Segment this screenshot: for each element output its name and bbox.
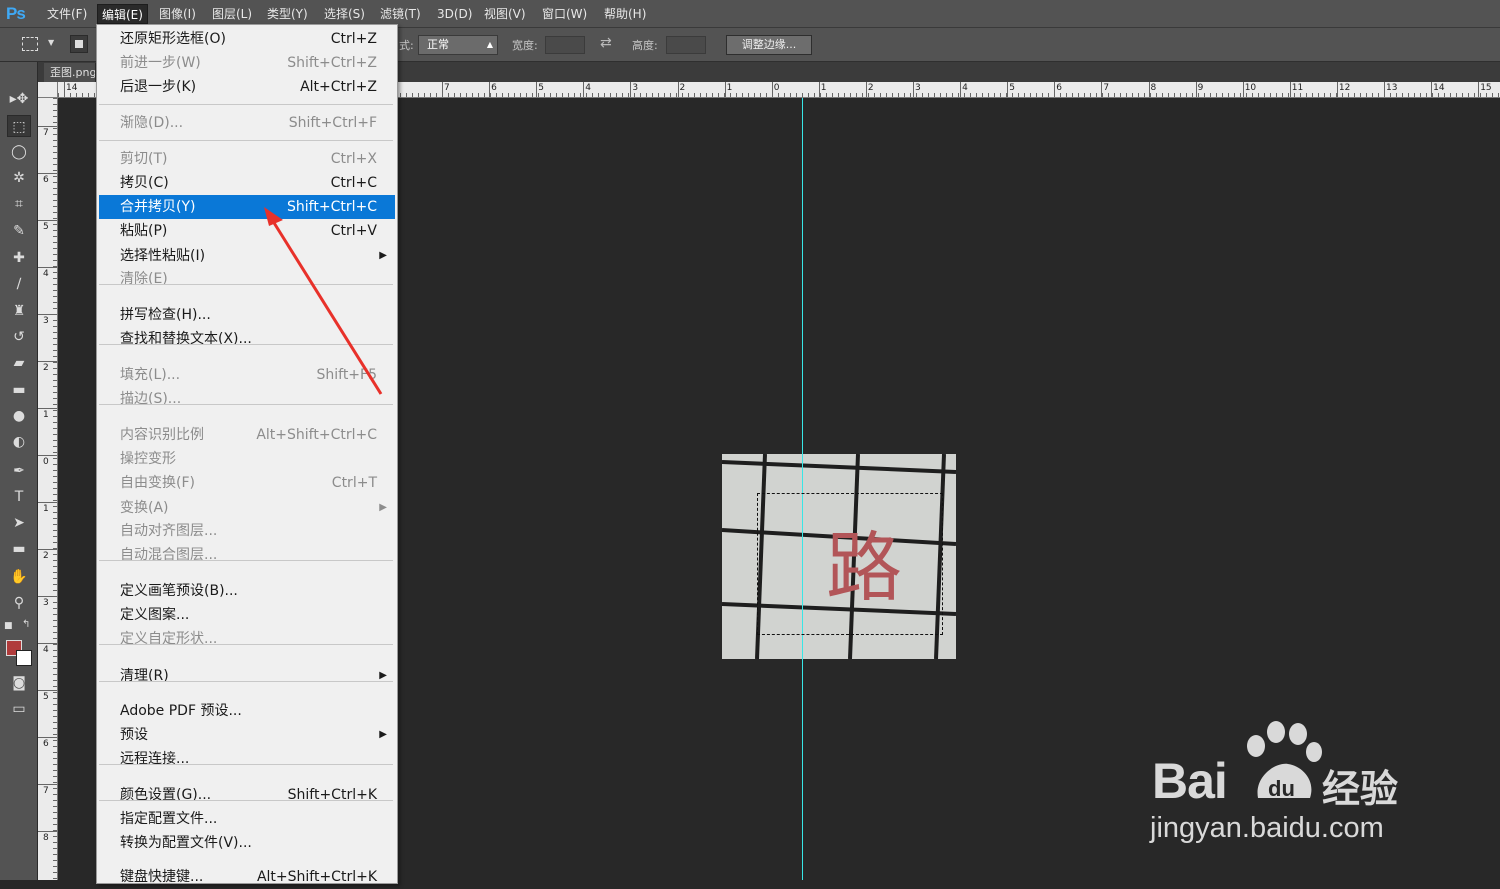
svg-text:du: du [1268,776,1295,801]
watermark-jingyan: 经验 [1322,767,1399,811]
paw-logo-icon: du [1247,721,1322,801]
watermark-brand: Bai [1152,753,1228,809]
watermark-url: jingyan.baidu.com [1150,812,1384,844]
